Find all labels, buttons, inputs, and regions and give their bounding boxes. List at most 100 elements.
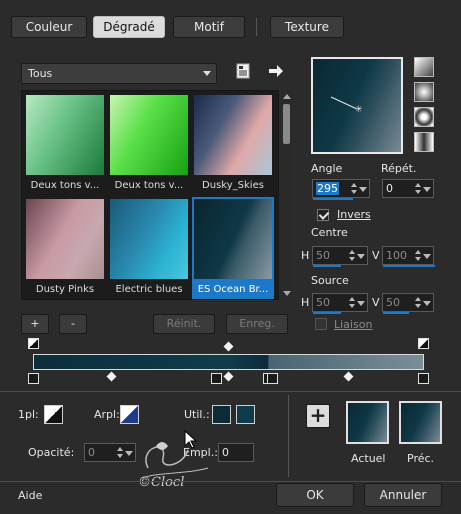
background-label: Arpl: <box>94 408 120 421</box>
angle-input[interactable]: 295 <box>312 179 370 200</box>
color-stop[interactable] <box>418 373 429 384</box>
opacity-stop-start[interactable] <box>28 338 39 349</box>
tab-degrade[interactable]: Dégradé <box>93 16 165 38</box>
center-h-input[interactable]: 50 <box>312 246 368 267</box>
gradient-thumbnail <box>110 95 188 175</box>
gallery-item[interactable]: Electric blues <box>108 197 190 295</box>
gradient-thumbnail <box>26 199 104 279</box>
help-link[interactable]: Aide <box>18 489 42 502</box>
source-h-input[interactable]: 50 <box>312 293 368 314</box>
arrow-right-icon[interactable] <box>268 64 284 78</box>
current-gradient-swatch[interactable] <box>346 401 389 444</box>
source-v-stepper[interactable] <box>413 294 423 311</box>
tab-motif[interactable]: Motif <box>173 16 245 38</box>
location-input[interactable]: 0 <box>218 443 254 462</box>
chevron-down-icon[interactable] <box>423 301 431 306</box>
add-gradient-button[interactable]: + <box>21 314 49 334</box>
tab-couleur[interactable]: Couleur <box>11 16 87 38</box>
color-midpoint[interactable] <box>343 371 354 382</box>
gallery-item-selected[interactable]: ES Ocean Br... <box>192 197 274 299</box>
gallery-item[interactable]: Dusky_Skies <box>192 93 274 191</box>
angle-value: 295 <box>316 182 339 195</box>
opacity-value: 0 <box>88 446 95 459</box>
center-v-input[interactable]: 100 <box>382 246 435 267</box>
foreground-label: 1pl: <box>18 408 39 421</box>
foreground-swatch[interactable] <box>44 405 63 424</box>
radial-style-button[interactable] <box>414 82 434 102</box>
scroll-down-icon[interactable] <box>283 291 291 296</box>
gallery-item[interactable]: Deux tons v... <box>24 93 106 191</box>
scroll-up-icon[interactable] <box>283 94 291 99</box>
chevron-down-icon[interactable] <box>423 254 431 259</box>
use-color-swatch-2[interactable] <box>236 405 255 424</box>
gallery-item-label: Dusky_Skies <box>202 180 264 191</box>
color-stop[interactable] <box>28 373 39 384</box>
invert-label: Invers <box>337 208 371 221</box>
scrollbar-thumb[interactable] <box>283 104 290 144</box>
gradient-gallery[interactable]: Deux tons v... Deux tons v... Dusky_Skie… <box>21 90 279 300</box>
previous-gradient-swatch[interactable] <box>399 401 442 444</box>
gallery-item-label: Electric blues <box>115 284 183 295</box>
source-v-value: 50 <box>386 296 400 309</box>
save-button[interactable]: Enreg. <box>226 314 288 334</box>
source-h-slider[interactable] <box>313 312 341 314</box>
link-checkbox[interactable] <box>315 318 327 330</box>
center-v-label: V <box>372 249 380 262</box>
opacity-stepper[interactable] <box>115 444 125 461</box>
chevron-down-icon[interactable] <box>357 301 365 306</box>
chevron-down-icon[interactable] <box>357 254 365 259</box>
watermark-logo: ©Clocl <box>128 428 220 490</box>
remove-gradient-button[interactable]: - <box>59 314 87 334</box>
center-label: Centre <box>311 226 348 239</box>
current-label: Actuel <box>351 452 386 465</box>
linear-style-button[interactable] <box>414 57 434 77</box>
tab-texture[interactable]: Texture <box>270 16 344 38</box>
repeat-stepper[interactable] <box>413 180 423 197</box>
category-dropdown[interactable]: Tous <box>21 63 217 84</box>
color-stop[interactable] <box>211 373 222 384</box>
source-v-slider[interactable] <box>383 312 409 314</box>
background-swatch[interactable] <box>120 405 139 424</box>
angle-slider[interactable] <box>313 198 353 200</box>
center-h-slider[interactable] <box>313 265 341 267</box>
center-v-slider[interactable] <box>383 265 435 267</box>
chevron-down-icon[interactable] <box>423 187 431 192</box>
source-h-stepper[interactable] <box>347 294 357 311</box>
rectangular-style-button[interactable] <box>414 107 434 127</box>
reset-button[interactable]: Réinit. <box>153 314 215 334</box>
gradient-thumbnail <box>194 95 272 175</box>
use-color-swatch[interactable] <box>212 405 231 424</box>
color-midpoint[interactable] <box>106 371 117 382</box>
chevron-down-icon <box>203 71 211 76</box>
sunburst-style-button[interactable] <box>414 132 434 152</box>
gallery-item-label: Dusty Pinks <box>35 284 95 295</box>
opacity-stop-end[interactable] <box>418 338 429 349</box>
gradient-list-icon[interactable] <box>236 63 251 79</box>
gradient-thumbnail <box>26 95 104 175</box>
add-to-library-button[interactable]: + <box>306 404 330 428</box>
gallery-scrollbar[interactable] <box>281 90 292 300</box>
opacity-midpoint[interactable] <box>223 341 234 352</box>
source-v-input[interactable]: 50 <box>382 293 434 314</box>
cancel-button[interactable]: Annuler <box>364 483 442 507</box>
gallery-item[interactable]: Dusty Pinks <box>24 197 106 295</box>
gallery-item[interactable]: Deux tons v... <box>108 93 190 191</box>
gradient-preview[interactable]: ✳ <box>311 57 403 154</box>
section-divider <box>0 391 461 392</box>
location-value: 0 <box>222 446 229 459</box>
color-midpoint[interactable] <box>223 371 234 382</box>
gallery-item-label: Deux tons v... <box>114 180 184 191</box>
repeat-input[interactable]: 0 <box>382 179 434 198</box>
repeat-label: Répét. <box>381 162 417 175</box>
gradient-thumbnail <box>110 199 188 279</box>
chevron-down-icon[interactable] <box>359 187 367 192</box>
angle-stepper[interactable] <box>349 180 359 197</box>
center-h-stepper[interactable] <box>347 247 357 264</box>
ok-button[interactable]: OK <box>276 483 354 507</box>
invert-checkbox[interactable] <box>317 209 329 221</box>
previous-label: Préc. <box>407 452 435 465</box>
gradient-bar[interactable] <box>33 354 424 370</box>
color-stop[interactable] <box>267 373 278 384</box>
center-h-value: 50 <box>316 249 330 262</box>
center-v-stepper[interactable] <box>413 247 423 264</box>
